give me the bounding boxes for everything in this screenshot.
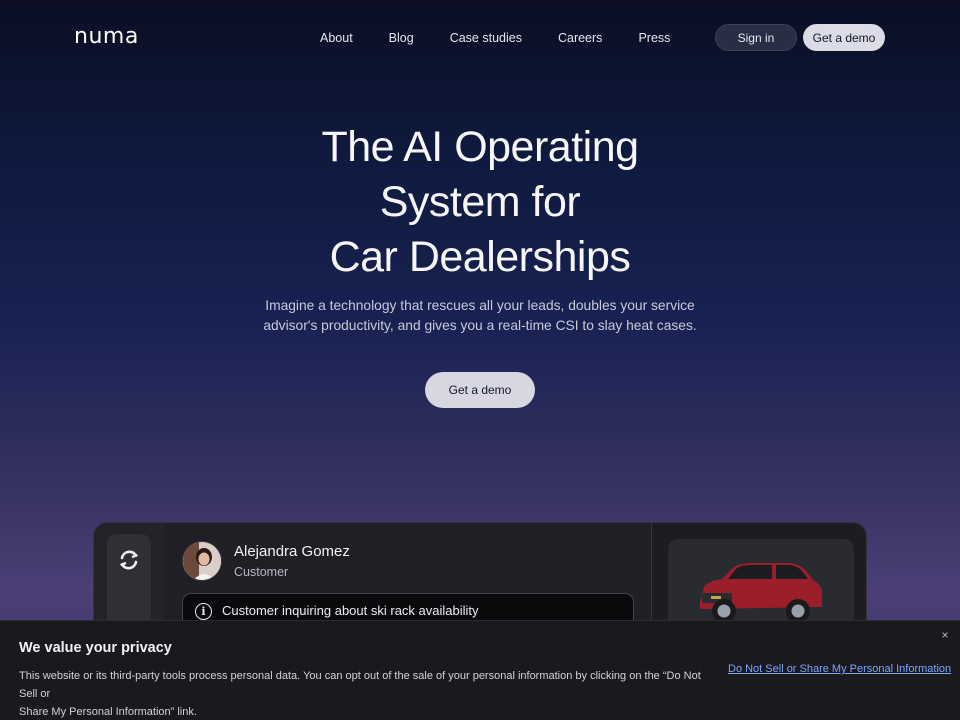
top-nav: numa About Blog Case studies Careers Pre…: [0, 0, 960, 76]
customer-avatar: [182, 541, 222, 581]
nav-link-about[interactable]: About: [320, 31, 353, 45]
customer-name: Alejandra Gomez: [234, 543, 350, 560]
car-image: [700, 560, 822, 623]
hero-subtitle-line-1: Imagine a technology that rescues all yo…: [265, 298, 695, 313]
cookie-body-line-1: This website or its third-party tools pr…: [19, 670, 701, 700]
hero-title-line-3: Car Dealerships: [329, 233, 631, 281]
hero-subtitle: Imagine a technology that rescues all yo…: [240, 296, 720, 336]
customer-role: Customer: [234, 565, 289, 579]
get-demo-hero-button[interactable]: Get a demo: [425, 372, 535, 408]
nav-links: About Blog Case studies Careers Press: [320, 31, 706, 45]
cookie-banner: × We value your privacy This website or …: [0, 620, 960, 720]
nav-link-careers[interactable]: Careers: [558, 31, 602, 45]
hero-title: The AI Operating System for Car Dealersh…: [180, 120, 780, 285]
get-demo-nav-button[interactable]: Get a demo: [803, 24, 885, 51]
hero-subtitle-line-2: advisor's productivity, and gives you a …: [263, 318, 697, 333]
inquiry-notice-text: Customer inquiring about ski rack availa…: [222, 603, 479, 618]
close-icon[interactable]: ×: [938, 628, 952, 642]
do-not-sell-link[interactable]: Do Not Sell or Share My Personal Informa…: [728, 663, 951, 675]
nav-link-case-studies[interactable]: Case studies: [450, 31, 522, 45]
nav-link-blog[interactable]: Blog: [389, 31, 414, 45]
hero-title-line-1: The AI Operating: [321, 123, 639, 171]
numa-logo[interactable]: numa: [74, 24, 139, 49]
cookie-title: We value your privacy: [19, 640, 172, 656]
nav-link-press[interactable]: Press: [638, 31, 670, 45]
info-icon: i: [195, 603, 212, 620]
sign-in-button[interactable]: Sign in: [715, 24, 797, 51]
cookie-body-line-2: Share My Personal Information” link.: [19, 706, 197, 718]
hero-title-line-2: System for: [379, 178, 581, 226]
sync-icon: [120, 550, 138, 570]
cookie-body: This website or its third-party tools pr…: [19, 667, 719, 720]
